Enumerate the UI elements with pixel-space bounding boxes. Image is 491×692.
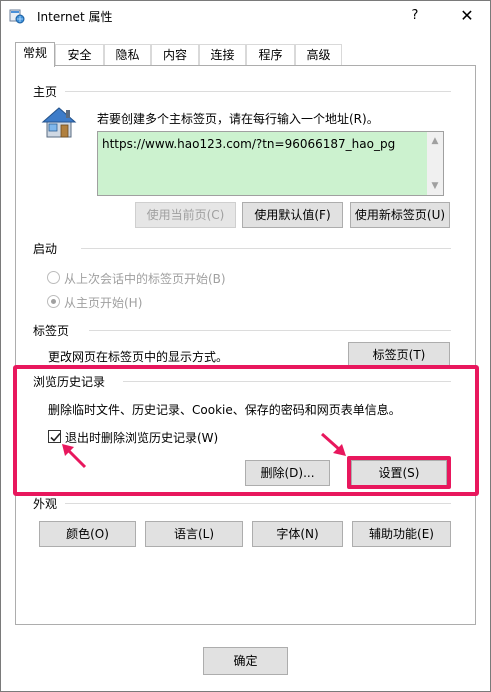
languages-button[interactable]: 语言(L) <box>145 521 243 547</box>
tab-advanced[interactable]: 高级 <box>295 44 342 66</box>
tabs-divider <box>89 330 451 331</box>
settings-highlight-box <box>347 456 451 489</box>
use-current-button[interactable]: 使用当前页(C) <box>135 202 236 228</box>
tab-privacy[interactable]: 隐私 <box>104 44 151 66</box>
scroll-up-icon[interactable]: ▲ <box>427 136 443 146</box>
fonts-button[interactable]: 字体(N) <box>252 521 343 547</box>
scroll-down-icon[interactable]: ▼ <box>427 181 443 191</box>
startup-homepage-label: 从主页开始(H) <box>64 296 143 310</box>
tab-security[interactable]: 安全 <box>55 44 104 66</box>
tab-programs[interactable]: 程序 <box>246 44 295 66</box>
arrow-to-checkbox-icon <box>62 444 87 469</box>
homepage-url-textarea[interactable]: https://www.hao123.com/?tn=96066187_hao_… <box>97 131 444 196</box>
tab-connections[interactable]: 连接 <box>199 44 246 66</box>
startup-homepage-radio[interactable] <box>47 295 60 308</box>
internet-options-dialog: Internet 属性 ? ✕ 常规 安全 隐私 内容 连接 程序 高级 主页 … <box>0 0 491 692</box>
tab-general[interactable]: 常规 <box>15 42 55 67</box>
homepage-divider <box>65 91 451 92</box>
window-title: Internet 属性 <box>37 10 113 24</box>
startup-group-label: 启动 <box>33 240 62 257</box>
use-new-tab-button[interactable]: 使用新标签页(U) <box>350 202 450 228</box>
close-button[interactable]: ✕ <box>444 1 490 31</box>
homepage-instruction: 若要创建多个主标签页，请在每行输入一个地址(R)。 <box>97 112 379 126</box>
accessibility-button[interactable]: 辅助功能(E) <box>352 521 451 547</box>
appearance-divider <box>65 503 451 504</box>
tabs-group-label: 标签页 <box>33 322 74 339</box>
homepage-url-value: https://www.hao123.com/?tn=96066187_hao_… <box>102 137 396 151</box>
homepage-group-label: 主页 <box>33 83 62 100</box>
home-icon <box>41 107 77 138</box>
startup-divider <box>81 248 451 249</box>
tabs-description: 更改网页在标签页中的显示方式。 <box>48 350 229 364</box>
startup-last-session-radio[interactable] <box>47 271 60 284</box>
tab-content[interactable]: 内容 <box>151 44 199 66</box>
arrow-to-settings-icon <box>321 432 346 456</box>
use-default-button[interactable]: 使用默认值(F) <box>242 202 343 228</box>
title-bar: Internet 属性 ? ✕ <box>1 1 490 31</box>
startup-last-session-label: 从上次会话中的标签页开始(B) <box>64 272 226 286</box>
internet-options-icon <box>9 9 25 24</box>
textarea-scrollbar[interactable]: ▲ ▼ <box>427 132 443 195</box>
colors-button[interactable]: 颜色(O) <box>39 521 136 547</box>
appearance-group-label: 外观 <box>33 495 62 512</box>
ok-button[interactable]: 确定 <box>203 647 288 675</box>
help-button[interactable]: ? <box>399 1 431 31</box>
